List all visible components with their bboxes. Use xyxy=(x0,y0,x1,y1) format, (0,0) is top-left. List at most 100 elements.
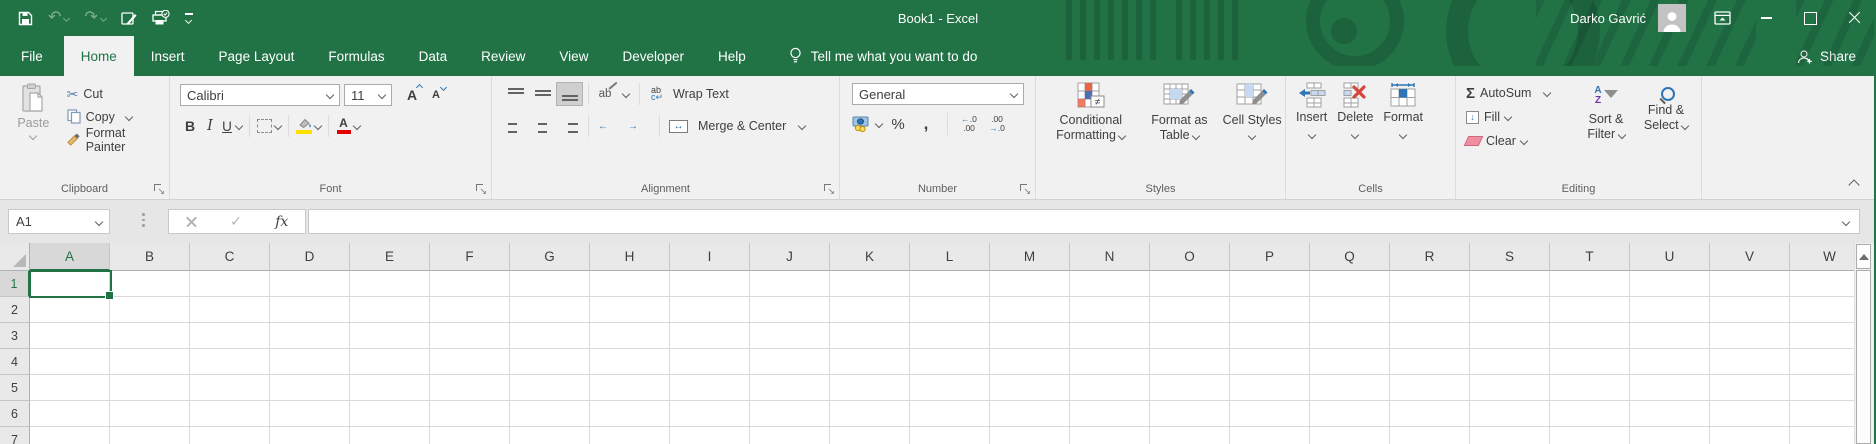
expand-formula-bar-icon[interactable] xyxy=(1842,217,1850,225)
decrease-font-size-button[interactable]: A xyxy=(424,83,448,107)
column-header-E[interactable]: E xyxy=(350,243,430,271)
align-center-button[interactable] xyxy=(529,114,556,138)
cut-button[interactable]: ✂ Cut xyxy=(67,82,163,105)
fill-color-button[interactable] xyxy=(296,114,321,138)
conditional-formatting-button[interactable]: ≠ Conditional Formatting xyxy=(1044,82,1138,143)
delete-cells-button[interactable]: Delete xyxy=(1337,82,1373,138)
orientation-button[interactable]: ab xyxy=(594,82,634,106)
increase-font-size-button[interactable]: A xyxy=(400,83,424,107)
italic-button[interactable]: I xyxy=(202,118,218,134)
bold-button[interactable]: B xyxy=(180,118,200,134)
collapse-ribbon-button[interactable] xyxy=(1850,177,1858,191)
customize-qat-button[interactable] xyxy=(185,13,193,23)
print-preview-button[interactable] xyxy=(152,10,170,26)
column-header-O[interactable]: O xyxy=(1150,243,1230,271)
column-header-V[interactable]: V xyxy=(1710,243,1790,271)
select-all-button[interactable] xyxy=(0,243,30,271)
borders-button[interactable] xyxy=(257,114,281,138)
column-header-J[interactable]: J xyxy=(750,243,830,271)
find-select-button[interactable]: Find & Select xyxy=(1640,81,1692,153)
close-button[interactable] xyxy=(1832,0,1876,36)
enter-icon[interactable]: ✓ xyxy=(230,213,242,230)
selected-cell[interactable] xyxy=(29,270,112,298)
column-header-W[interactable]: W xyxy=(1790,243,1854,271)
tab-insert[interactable]: Insert xyxy=(134,36,202,76)
column-header-N[interactable]: N xyxy=(1070,243,1150,271)
column-header-Q[interactable]: Q xyxy=(1310,243,1390,271)
save-button[interactable] xyxy=(18,11,33,26)
font-name-select[interactable]: Calibri xyxy=(180,84,340,106)
minimize-button[interactable] xyxy=(1744,0,1788,36)
tab-review[interactable]: Review xyxy=(464,36,542,76)
column-header-F[interactable]: F xyxy=(430,243,510,271)
column-header-C[interactable]: C xyxy=(190,243,270,271)
tab-developer[interactable]: Developer xyxy=(605,36,701,76)
row-header-6[interactable]: 6 xyxy=(0,401,30,427)
scrollbar-thumb[interactable] xyxy=(1856,270,1871,444)
copy-dropdown-icon[interactable] xyxy=(125,112,133,120)
merge-center-button[interactable]: ↔ Merge & Center xyxy=(669,115,805,138)
row-header-4[interactable]: 4 xyxy=(0,349,30,375)
namebox-resize-handle[interactable] xyxy=(142,213,145,227)
format-painter-button[interactable]: Format Painter xyxy=(67,128,163,151)
align-right-button[interactable] xyxy=(556,114,583,138)
decrease-indent-button[interactable]: ← xyxy=(594,114,624,138)
underline-button[interactable]: U xyxy=(220,119,234,134)
redo-dropdown-icon[interactable] xyxy=(100,14,107,21)
wrap-text-button[interactable]: ab c↵ Wrap Text xyxy=(651,83,729,106)
tell-me-box[interactable]: Tell me what you want to do xyxy=(789,36,978,76)
document-edit-button[interactable] xyxy=(121,11,137,26)
user-name[interactable]: Darko Gavrić xyxy=(1570,11,1646,26)
row-header-7[interactable]: 7 xyxy=(0,427,30,444)
column-header-D[interactable]: D xyxy=(270,243,350,271)
underline-dropdown-icon[interactable] xyxy=(235,122,243,130)
format-cells-button[interactable]: Format xyxy=(1383,82,1423,138)
comma-style-button[interactable]: , xyxy=(914,112,938,136)
tab-formulas[interactable]: Formulas xyxy=(311,36,401,76)
tab-help[interactable]: Help xyxy=(701,36,763,76)
tab-page-layout[interactable]: Page Layout xyxy=(202,36,312,76)
undo-button[interactable]: ↶ xyxy=(48,10,69,26)
alignment-dialog-launcher-icon[interactable] xyxy=(823,183,835,195)
autosum-button[interactable]: Σ AutoSum xyxy=(1466,81,1574,105)
column-header-S[interactable]: S xyxy=(1470,243,1550,271)
column-header-P[interactable]: P xyxy=(1230,243,1310,271)
avatar[interactable] xyxy=(1658,4,1686,32)
middle-align-button[interactable] xyxy=(529,82,556,106)
share-button[interactable]: Share xyxy=(1797,36,1876,76)
tab-file[interactable]: File xyxy=(0,36,64,76)
vertical-scrollbar[interactable] xyxy=(1854,243,1872,444)
fill-button[interactable]: ↓ Fill xyxy=(1466,105,1574,129)
increase-indent-button[interactable]: → xyxy=(624,114,654,138)
tab-home[interactable]: Home xyxy=(64,36,134,76)
insert-cells-button[interactable]: Insert xyxy=(1296,82,1327,138)
row-header-1[interactable]: 1 xyxy=(0,271,30,297)
scroll-up-icon[interactable] xyxy=(1856,244,1871,269)
maximize-button[interactable] xyxy=(1788,0,1832,36)
cells-area[interactable] xyxy=(30,271,1854,444)
tab-data[interactable]: Data xyxy=(402,36,465,76)
column-header-U[interactable]: U xyxy=(1630,243,1710,271)
font-dialog-launcher-icon[interactable] xyxy=(475,183,487,195)
number-dialog-launcher-icon[interactable] xyxy=(1019,183,1031,195)
percent-style-button[interactable]: % xyxy=(886,112,910,136)
formula-input[interactable] xyxy=(308,209,1860,234)
increase-decimal-button[interactable]: ←.0.00 xyxy=(957,112,981,136)
bottom-align-button[interactable] xyxy=(556,82,583,106)
row-header-2[interactable]: 2 xyxy=(0,297,30,323)
paste-button[interactable]: Paste xyxy=(8,81,59,151)
tab-view[interactable]: View xyxy=(542,36,605,76)
column-header-H[interactable]: H xyxy=(590,243,670,271)
column-header-G[interactable]: G xyxy=(510,243,590,271)
column-header-I[interactable]: I xyxy=(670,243,750,271)
cancel-icon[interactable] xyxy=(186,216,197,227)
column-header-M[interactable]: M xyxy=(990,243,1070,271)
format-as-table-button[interactable]: Format as Table xyxy=(1142,82,1218,143)
clear-button[interactable]: Clear xyxy=(1466,129,1574,153)
column-header-R[interactable]: R xyxy=(1390,243,1470,271)
accounting-format-button[interactable] xyxy=(852,113,882,136)
insert-function-button[interactable]: fx xyxy=(275,214,288,230)
row-header-5[interactable]: 5 xyxy=(0,375,30,401)
decrease-decimal-button[interactable]: .00→.0 xyxy=(985,112,1009,136)
align-left-button[interactable] xyxy=(502,114,529,138)
